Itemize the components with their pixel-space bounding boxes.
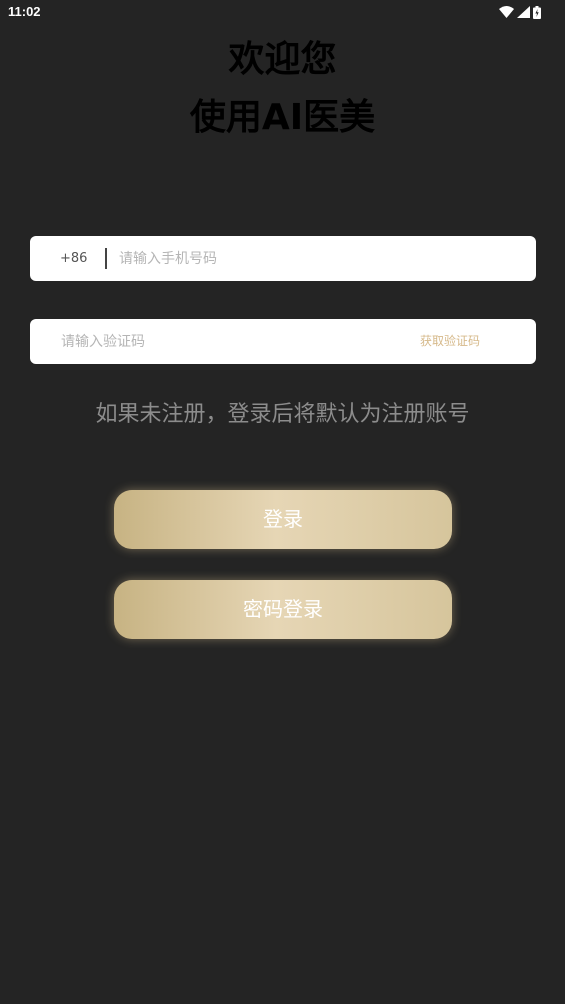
battery-charging-icon xyxy=(533,5,541,19)
cellular-signal-icon xyxy=(517,6,530,18)
get-code-button[interactable]: 获取验证码 xyxy=(420,319,480,364)
status-time: 11:02 xyxy=(8,4,41,19)
verification-code-field: 获取验证码 xyxy=(30,319,536,364)
prefix-divider xyxy=(105,248,107,269)
country-code-prefix[interactable]: +86 xyxy=(60,236,87,281)
phone-field: +86 xyxy=(30,236,536,281)
wifi-icon xyxy=(499,6,514,18)
register-hint: 如果未注册，登录后将默认为注册账号 xyxy=(95,402,470,427)
status-icons xyxy=(499,4,541,20)
app-subtitle: 使用AI医美 xyxy=(189,97,376,138)
login-button[interactable]: 登录 xyxy=(114,490,452,549)
verification-code-input[interactable] xyxy=(61,319,391,364)
status-bar: 11:02 xyxy=(0,0,565,24)
welcome-title: 欢迎您 xyxy=(228,39,337,80)
password-login-button[interactable]: 密码登录 xyxy=(114,580,452,639)
phone-input[interactable] xyxy=(119,236,519,281)
